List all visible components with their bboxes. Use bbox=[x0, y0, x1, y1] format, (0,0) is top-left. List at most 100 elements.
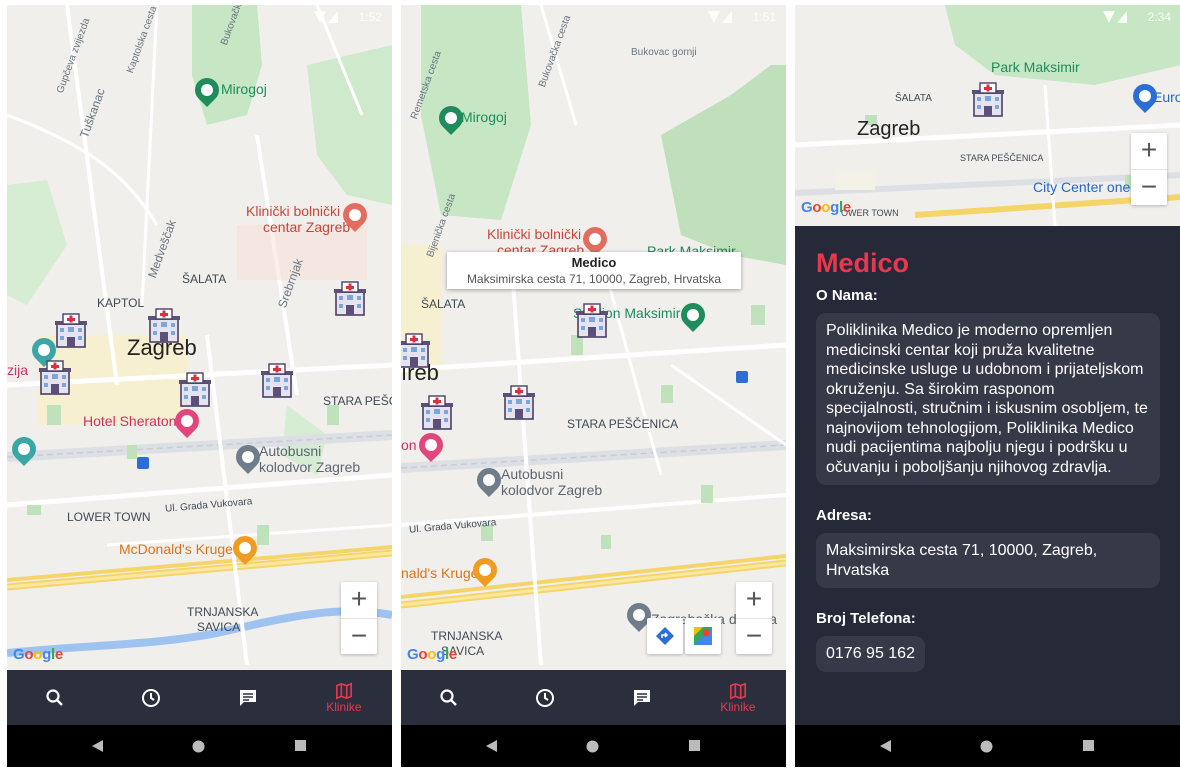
zoom-in-button[interactable]: + bbox=[341, 582, 377, 618]
clinic-detail-panel: Medico O Nama: Poliklinika Medico je mod… bbox=[795, 226, 1180, 725]
zoom-out-button[interactable]: − bbox=[736, 618, 772, 654]
clinic-marker-icon[interactable] bbox=[54, 313, 88, 349]
clinic-marker-icon[interactable] bbox=[178, 372, 212, 408]
recents-icon[interactable] bbox=[689, 740, 700, 751]
city-label-zagreb: Zagreb bbox=[857, 118, 921, 140]
address-heading: Adresa: bbox=[816, 507, 872, 524]
poi-hotel-sheraton: Hotel Sheraton bbox=[83, 413, 177, 429]
clinic-marker-icon-selected[interactable] bbox=[575, 303, 609, 339]
poi-mcdonalds: nald's Kruge bbox=[401, 565, 479, 581]
zoom-controls: + − bbox=[1131, 133, 1167, 205]
phone-screen-map-overview: Gupčeva zvijezda Kaptolska cesta Bukovač… bbox=[7, 5, 392, 767]
district-trnjanska-1: TRNJANSKA bbox=[431, 629, 503, 643]
phone-screen-clinic-detail: Park Maksimir ŠALATA Zagreb STARA PEŠČEN… bbox=[795, 5, 1180, 767]
poi-autobusni-line2: kolodvor Zagreb bbox=[259, 459, 361, 475]
search-icon bbox=[440, 689, 457, 706]
system-navigation-bar bbox=[401, 725, 786, 767]
google-logo: Google bbox=[407, 646, 457, 663]
clinic-marker-icon[interactable] bbox=[420, 395, 454, 431]
street-label: Bukovac gornji bbox=[631, 47, 697, 58]
info-window-title: Medico bbox=[571, 255, 617, 270]
nav-chat[interactable] bbox=[200, 670, 296, 726]
zoom-in-button[interactable]: + bbox=[1131, 133, 1167, 169]
clinic-marker-icon[interactable] bbox=[401, 333, 431, 369]
home-icon[interactable] bbox=[586, 740, 599, 753]
district-trnjanska-1: TRNJANSKA bbox=[187, 605, 259, 619]
search-icon bbox=[46, 689, 63, 706]
bottom-navigation: Klinike bbox=[7, 670, 392, 726]
nav-search[interactable] bbox=[7, 670, 103, 726]
phone-value[interactable]: 0176 95 162 bbox=[816, 636, 925, 672]
phone-screen-map-selected: Remetska cesta Bukovačka cesta Bijenička… bbox=[401, 5, 786, 767]
back-icon[interactable] bbox=[92, 740, 104, 752]
directions-icon bbox=[656, 627, 674, 645]
clinic-marker-icon[interactable] bbox=[260, 363, 294, 399]
address-value: Maksimirska cesta 71, 10000, Zagreb, Hrv… bbox=[816, 533, 1160, 588]
clinic-marker-icon[interactable] bbox=[333, 281, 367, 317]
open-maps-button[interactable] bbox=[685, 618, 721, 654]
map-view[interactable]: Remetska cesta Bukovačka cesta Bijenička… bbox=[401, 5, 786, 670]
signal-icon bbox=[708, 11, 732, 23]
google-logo: Google bbox=[13, 646, 63, 663]
district-stara-pescenica: STARA PEŠČENICA bbox=[567, 417, 679, 431]
chat-icon bbox=[633, 690, 650, 706]
district-stara-pescenica: STARA PEŠČENICA bbox=[960, 153, 1044, 163]
status-time: 2:34 bbox=[1147, 10, 1171, 24]
nav-search[interactable] bbox=[401, 670, 497, 726]
zoom-out-button[interactable]: − bbox=[341, 618, 377, 654]
status-bar: 1:52 bbox=[7, 5, 392, 29]
zoom-out-button[interactable]: − bbox=[1131, 169, 1167, 205]
directions-button[interactable] bbox=[647, 618, 683, 654]
nav-clinics[interactable]: Klinike bbox=[690, 670, 786, 726]
district-kaptol: KAPTOL bbox=[97, 296, 145, 310]
recents-icon[interactable] bbox=[295, 740, 306, 751]
clinic-marker-icon[interactable] bbox=[147, 308, 181, 344]
home-icon[interactable] bbox=[980, 740, 993, 753]
district-stara-pescenica: STARA PEŠČ bbox=[323, 394, 392, 408]
status-time: 1:52 bbox=[358, 10, 382, 24]
about-heading: O Nama: bbox=[816, 287, 878, 304]
clinic-marker-icon[interactable] bbox=[971, 82, 1005, 118]
phone-heading: Broj Telefona: bbox=[816, 610, 916, 627]
nav-history[interactable] bbox=[103, 670, 199, 726]
nav-history[interactable] bbox=[497, 670, 593, 726]
map-view[interactable]: Gupčeva zvijezda Kaptolska cesta Bukovač… bbox=[7, 5, 392, 670]
about-text: Poliklinika Medico je moderno opremljen … bbox=[816, 313, 1160, 485]
tram-stop-icon bbox=[736, 371, 748, 383]
marker-info-window[interactable]: Medico Maksimirska cesta 71, 10000, Zagr… bbox=[447, 252, 741, 289]
back-icon[interactable] bbox=[880, 740, 892, 752]
clinic-marker-icon[interactable] bbox=[502, 385, 536, 421]
nav-chat[interactable] bbox=[594, 670, 690, 726]
poi-on: on bbox=[401, 437, 417, 453]
poi-mirogoj: Mirogoj bbox=[221, 81, 267, 97]
nav-clinics[interactable]: Klinike bbox=[296, 670, 392, 726]
google-maps-icon bbox=[694, 627, 712, 645]
poi-park-maksimir: Park Maksimir bbox=[991, 59, 1080, 75]
clinic-marker-icon[interactable] bbox=[38, 360, 72, 396]
clock-icon bbox=[536, 689, 555, 707]
poi-zija: zija bbox=[7, 362, 29, 378]
nav-clinics-label: Klinike bbox=[720, 700, 756, 714]
poi-city-center: City Center one E bbox=[1033, 179, 1144, 195]
map-view[interactable]: Park Maksimir ŠALATA Zagreb STARA PEŠČEN… bbox=[795, 5, 1180, 226]
signal-icon bbox=[1103, 11, 1127, 23]
recents-icon[interactable] bbox=[1083, 740, 1094, 751]
back-icon[interactable] bbox=[486, 740, 498, 752]
chat-icon bbox=[239, 690, 256, 706]
poi-klinicki-line1: Klinički bolnički bbox=[487, 226, 582, 242]
status-time: 1:51 bbox=[752, 10, 776, 24]
zoom-in-button[interactable]: + bbox=[736, 582, 772, 618]
poi-autobusni-line1: Autobusni bbox=[259, 443, 322, 459]
zoom-controls: + − bbox=[736, 582, 772, 654]
home-icon[interactable] bbox=[192, 740, 205, 753]
tram-stop-icon bbox=[137, 457, 149, 469]
system-navigation-bar bbox=[795, 725, 1180, 767]
nav-clinics-label: Klinike bbox=[326, 700, 362, 714]
status-bar: 2:34 bbox=[795, 5, 1180, 29]
google-logo: Google bbox=[801, 199, 851, 216]
clock-icon bbox=[142, 689, 161, 707]
poi-autobusni-line1: Autobusni bbox=[501, 466, 564, 482]
map-icon bbox=[729, 682, 746, 700]
info-window-address: Maksimirska cesta 71, 10000, Zagreb, Hrv… bbox=[466, 272, 722, 286]
poi-mcdonalds: McDonald's Kruge bbox=[119, 541, 233, 557]
